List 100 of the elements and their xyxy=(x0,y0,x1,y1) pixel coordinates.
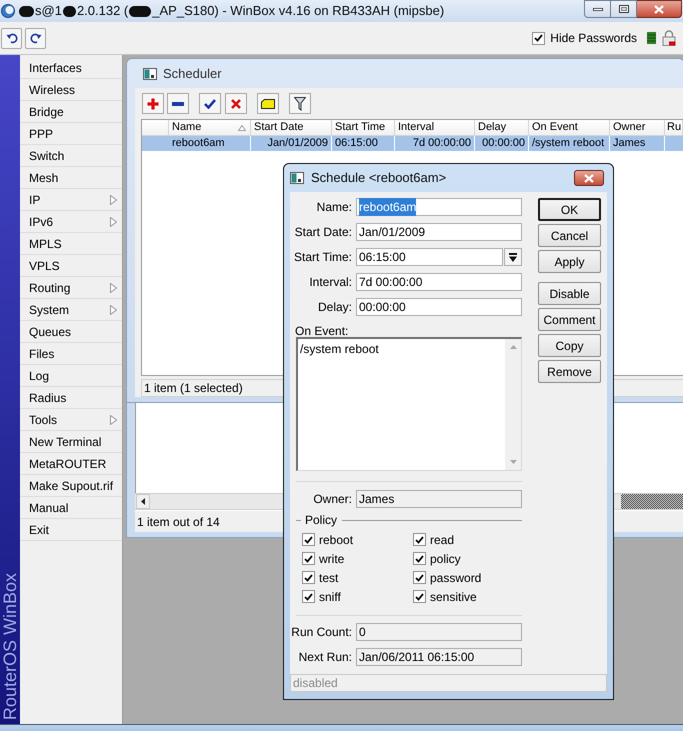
checkbox[interactable] xyxy=(302,590,315,603)
dialog-button[interactable]: Remove xyxy=(538,360,601,383)
column-header[interactable]: Start Time xyxy=(332,120,395,135)
menu-item[interactable]: MetaROUTER xyxy=(20,453,122,475)
field-label: Next Run: xyxy=(298,649,352,666)
minimize-button[interactable] xyxy=(584,0,611,18)
vertical-scrollbar[interactable] xyxy=(505,339,521,470)
input-field[interactable]: Jan/01/2009 xyxy=(356,223,522,241)
minus-icon xyxy=(172,102,184,106)
window-icon xyxy=(143,68,157,80)
input-field[interactable]: James xyxy=(356,490,522,508)
field-label: Owner: xyxy=(312,491,352,508)
field-label: Interval: xyxy=(308,274,352,291)
menu-item[interactable]: Interfaces xyxy=(20,57,122,79)
menu-item[interactable]: VPLS xyxy=(20,255,122,277)
window-title: Scheduler xyxy=(163,64,222,83)
checkmark-icon xyxy=(304,574,313,582)
menu-item[interactable]: Make Supout.rif xyxy=(20,475,122,497)
checkmark-icon xyxy=(304,554,313,562)
checkbox[interactable] xyxy=(413,571,426,584)
checkbox[interactable] xyxy=(413,552,426,565)
table-cell: reboot6am xyxy=(169,136,251,151)
table-row[interactable]: reboot6am Jan/01/2009 06:15:00 7d 00:00:00 00:00:00 /system reboot James xyxy=(142,136,683,151)
filter-icon xyxy=(294,96,306,110)
checkbox[interactable] xyxy=(302,571,315,584)
column-header[interactable]: Name xyxy=(169,120,251,135)
column-header[interactable]: Interval xyxy=(395,120,475,135)
redo-icon xyxy=(30,32,42,44)
close-button[interactable] xyxy=(637,0,682,18)
checkbox[interactable] xyxy=(532,32,546,44)
app-icon xyxy=(1,4,15,18)
menu-item[interactable]: Bridge xyxy=(20,101,122,123)
dialog-button[interactable]: Apply xyxy=(538,250,601,273)
dialog-button[interactable]: Cancel xyxy=(538,224,601,247)
input-field[interactable]: reboot6am xyxy=(356,198,522,216)
submenu-arrow-icon xyxy=(110,216,117,226)
menu-item[interactable]: Radius xyxy=(20,387,122,409)
minimize-icon xyxy=(592,8,602,10)
dialog-button[interactable]: Comment xyxy=(538,308,601,331)
menu-item[interactable]: New Terminal xyxy=(20,431,122,453)
column-header[interactable]: Delay xyxy=(475,120,529,135)
checkbox-label: sensitive xyxy=(430,588,477,606)
checkbox[interactable] xyxy=(302,552,315,565)
column-header[interactable]: On Event xyxy=(529,120,610,135)
menu-item[interactable]: Files xyxy=(20,343,122,365)
redo-button[interactable] xyxy=(25,28,46,48)
window-title: s@1 xyxy=(35,2,62,20)
menu-item[interactable]: Tools xyxy=(20,409,122,431)
column-header[interactable]: Owner xyxy=(610,120,665,135)
submenu-arrow-icon xyxy=(110,304,117,314)
disable-button[interactable] xyxy=(225,93,247,114)
maximize-button[interactable] xyxy=(611,0,637,18)
menu-item[interactable]: Mesh xyxy=(20,167,122,189)
dialog-button[interactable]: Disable xyxy=(538,282,601,305)
close-icon xyxy=(584,174,594,182)
dialog-button[interactable]: Copy xyxy=(538,334,601,357)
column-header[interactable]: Start Date xyxy=(251,120,332,135)
add-button[interactable] xyxy=(142,93,164,114)
filter-button[interactable] xyxy=(289,93,311,114)
menu-item[interactable]: Manual xyxy=(20,497,122,519)
dropdown-button[interactable] xyxy=(504,248,522,266)
menu-item[interactable]: Log xyxy=(20,365,122,387)
menu-item[interactable]: System xyxy=(20,299,122,321)
checkbox[interactable] xyxy=(413,533,426,546)
close-button[interactable] xyxy=(574,170,604,186)
undo-button[interactable] xyxy=(1,28,22,48)
scroll-left-button[interactable] xyxy=(136,494,150,509)
menu-item[interactable]: Exit xyxy=(20,519,122,541)
enable-button[interactable] xyxy=(199,93,221,114)
input-field[interactable]: 0 xyxy=(356,623,522,641)
checkbox-label: write xyxy=(319,550,344,568)
cross-icon xyxy=(231,98,241,108)
comment-button[interactable] xyxy=(257,93,279,114)
menu-item[interactable]: Queues xyxy=(20,321,122,343)
checkbox-label: reboot xyxy=(319,532,354,548)
menu-item[interactable]: PPP xyxy=(20,123,122,145)
table-cell: 00:00:00 xyxy=(475,136,529,151)
table-cell: 7d 00:00:00 xyxy=(395,136,475,151)
menu-item[interactable]: Wireless xyxy=(20,79,122,101)
brand-label: RouterOS WinBox xyxy=(0,572,20,720)
remove-button[interactable] xyxy=(167,93,189,114)
menu-item[interactable]: Switch xyxy=(20,145,122,167)
checkbox[interactable] xyxy=(413,590,426,603)
input-field[interactable]: 06:15:00 xyxy=(356,248,503,266)
input-field[interactable]: 7d 00:00:00 xyxy=(356,273,522,291)
input-field[interactable]: Jan/06/2011 06:15:00 xyxy=(356,648,522,666)
field-label: Start Time: xyxy=(292,249,352,266)
text-area[interactable]: /system reboot xyxy=(296,337,522,471)
table-cell: /system reboot xyxy=(529,136,610,151)
checkbox[interactable] xyxy=(302,533,315,546)
dialog-button[interactable]: OK xyxy=(538,198,601,221)
menu-item[interactable]: MPLS xyxy=(20,233,122,255)
undo-icon xyxy=(6,32,18,44)
menu-item[interactable]: Routing xyxy=(20,277,122,299)
input-field[interactable]: 00:00:00 xyxy=(356,298,522,316)
menu-item[interactable]: IPv6 xyxy=(20,211,122,233)
checkmark-icon xyxy=(415,574,424,582)
column-header[interactable]: Ru xyxy=(665,120,683,135)
menu-item[interactable]: IP xyxy=(20,189,122,211)
checkmark-icon xyxy=(415,554,424,562)
